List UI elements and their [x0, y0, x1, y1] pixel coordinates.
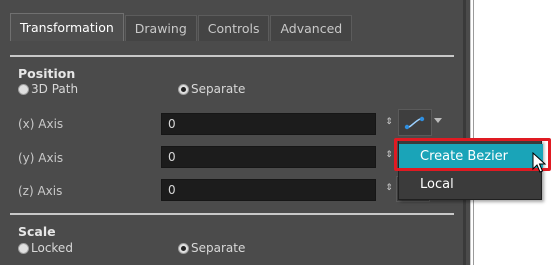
tab-advanced[interactable]: Advanced — [270, 15, 353, 41]
radio-scale-separate-label: Separate — [191, 241, 246, 255]
radio-3d-path[interactable]: 3D Path — [18, 82, 78, 96]
z-axis-stepper-icon[interactable]: ⇕ — [384, 184, 394, 193]
bezier-curve-icon — [404, 116, 425, 130]
function-button[interactable] — [398, 109, 432, 136]
radio-selected-icon — [178, 83, 189, 95]
tab-transformation[interactable]: Transformation — [10, 13, 124, 41]
z-axis-label: (z) Axis — [18, 184, 63, 198]
side-blank-area — [470, 0, 554, 265]
tab-drawing[interactable]: Drawing — [124, 15, 197, 41]
tab-bar: Transformation Drawing Controls Advanced — [10, 13, 353, 41]
radio-scale-separate[interactable]: Separate — [178, 241, 245, 255]
x-axis-label: (x) Axis — [18, 117, 64, 131]
radio-position-separate[interactable]: Separate — [178, 82, 245, 96]
radio-position-separate-label: Separate — [191, 82, 246, 96]
section-divider — [10, 213, 454, 215]
highlight-callout — [394, 138, 551, 171]
mouse-cursor-icon — [532, 152, 547, 173]
y-axis-field[interactable]: 0 — [161, 146, 376, 168]
z-axis-field[interactable]: 0 — [161, 179, 376, 201]
section-divider — [10, 55, 454, 57]
chevron-down-icon[interactable] — [434, 118, 442, 123]
radio-3d-path-label: 3D Path — [31, 82, 79, 96]
radio-unselected-icon — [18, 83, 29, 95]
panel-border — [463, 0, 466, 265]
radio-scale-locked[interactable]: Locked — [18, 241, 73, 255]
radio-selected-icon — [178, 242, 189, 254]
radio-unselected-icon — [18, 242, 29, 254]
tab-controls[interactable]: Controls — [197, 15, 270, 41]
position-section-title: Position — [18, 66, 76, 81]
scale-section-title: Scale — [18, 224, 56, 239]
y-axis-stepper-icon[interactable]: ⇕ — [384, 151, 394, 160]
x-axis-stepper-icon[interactable]: ⇕ — [384, 118, 394, 127]
tool-properties-panel: Transformation Drawing Controls Advanced… — [0, 0, 470, 265]
radio-scale-locked-label: Locked — [31, 241, 73, 255]
y-axis-label: (y) Axis — [18, 151, 64, 165]
side-divider — [473, 0, 474, 265]
menu-item-local[interactable]: Local — [399, 172, 543, 198]
x-axis-field[interactable]: 0 — [161, 113, 376, 135]
